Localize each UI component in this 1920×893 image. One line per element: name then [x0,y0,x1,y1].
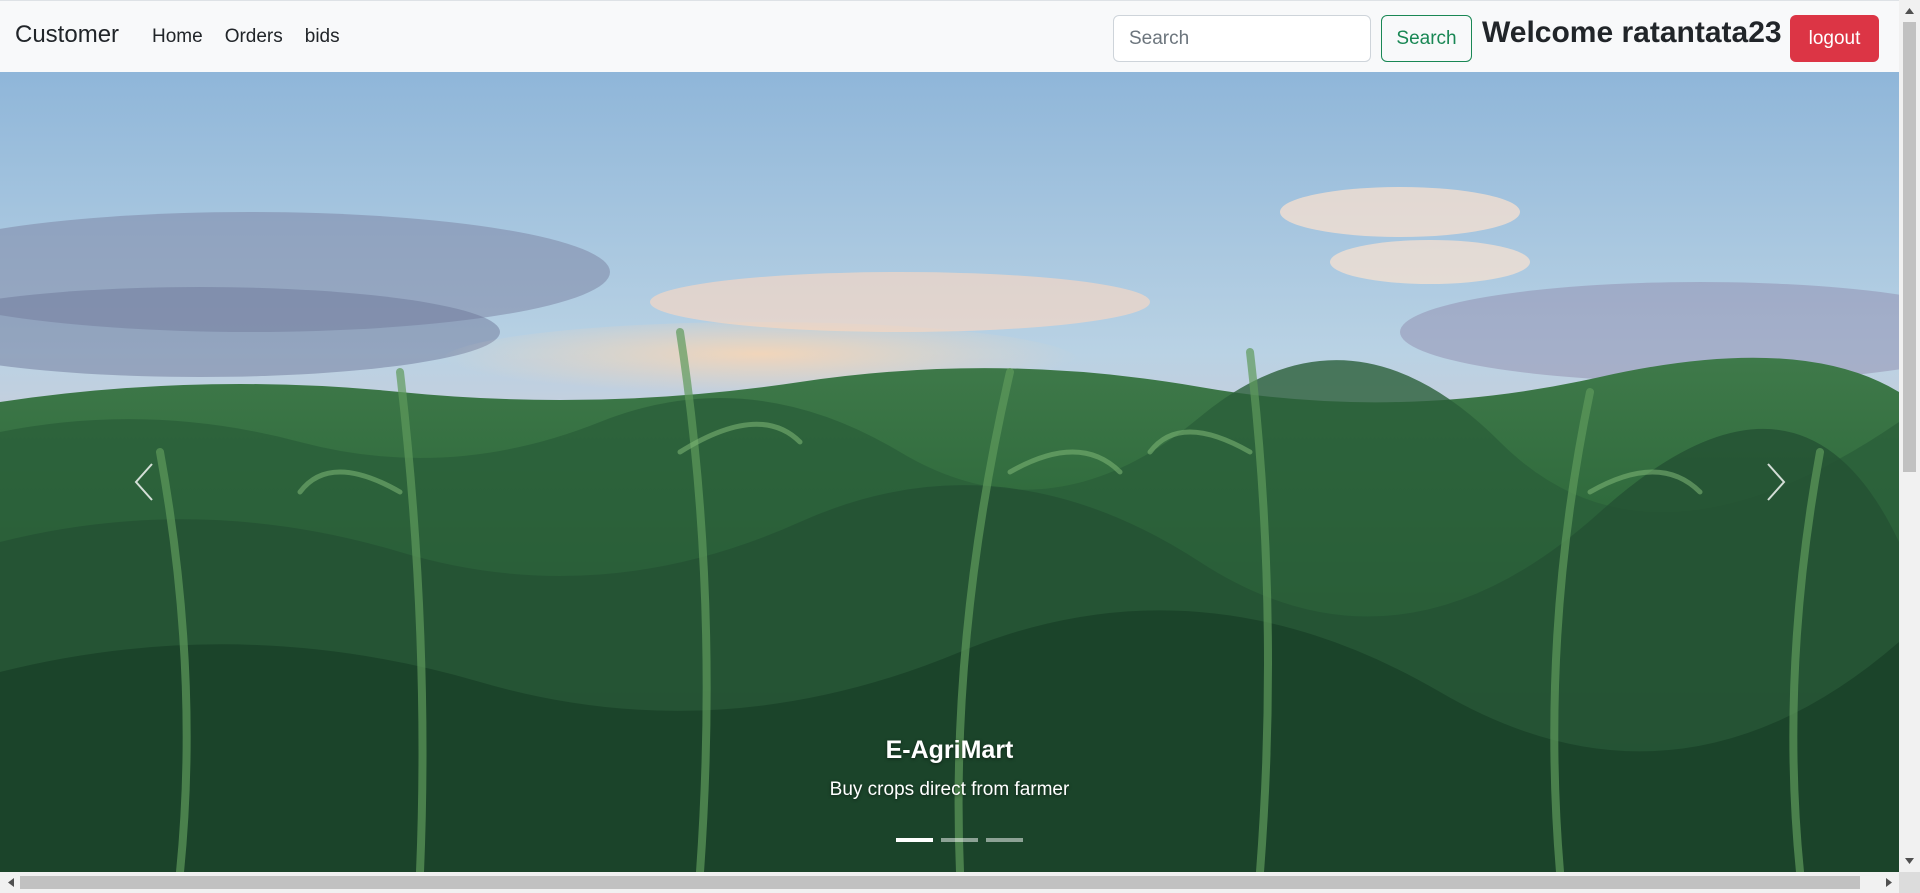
scroll-down-arrow-icon[interactable] [1899,852,1920,869]
carousel-indicator-3[interactable] [986,838,1023,842]
search-input[interactable] [1113,15,1371,62]
nav-link-bids[interactable]: bids [305,26,340,48]
scroll-left-arrow-icon[interactable] [2,872,19,893]
top-navbar: Customer Home Orders bids Search Welcome… [0,0,1899,72]
search-button[interactable]: Search [1381,15,1472,62]
hero-carousel: E-AgriMart Buy crops direct from farmer [0,72,1899,872]
scroll-right-arrow-icon[interactable] [1880,872,1897,893]
carousel-next-control[interactable] [1756,452,1796,512]
carousel-caption-title: E-AgriMart [885,736,1014,764]
horizontal-scrollbar[interactable] [0,872,1899,893]
welcome-message: Welcome ratantata23 [1482,16,1782,49]
vertical-scrollbar[interactable] [1899,0,1920,872]
carousel-prev-control[interactable] [124,452,164,512]
navbar-brand[interactable]: Customer [15,21,119,49]
horizontal-scroll-thumb[interactable] [20,876,1860,889]
nav-link-home[interactable]: Home [152,26,203,48]
carousel-indicator-2[interactable] [941,838,978,842]
nav-link-orders[interactable]: Orders [225,26,283,48]
scroll-up-arrow-icon[interactable] [1899,2,1920,19]
carousel-indicator-1[interactable] [896,838,933,842]
nav-links: Home Orders bids [152,26,362,48]
scrollbar-corner [1899,872,1920,893]
chevron-left-icon [134,463,153,501]
vertical-scroll-thumb[interactable] [1903,22,1916,472]
chevron-right-icon [1767,463,1786,501]
carousel-indicators [896,838,1023,842]
logout-button[interactable]: logout [1790,15,1879,62]
carousel-caption-text: Buy crops direct from farmer [829,779,1070,800]
